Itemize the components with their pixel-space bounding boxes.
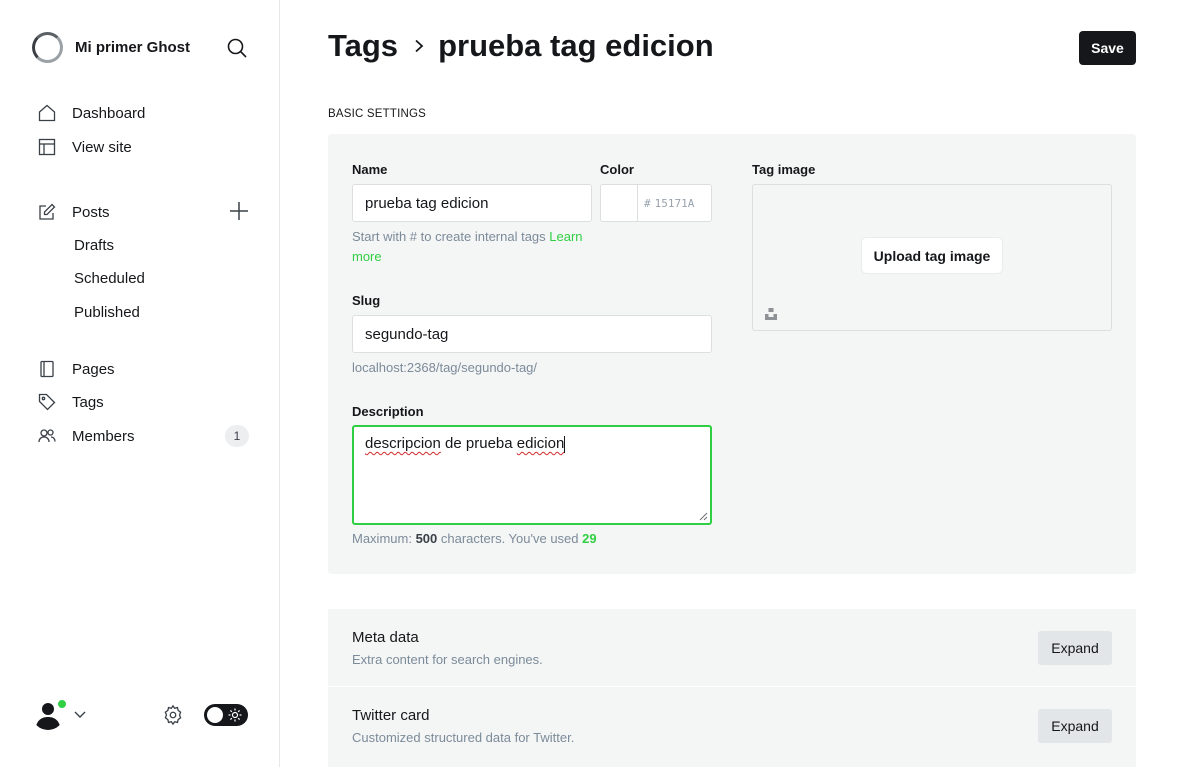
nav-view-site-label: View site [72, 138, 132, 156]
counter-middle: characters. You've used [437, 531, 583, 546]
breadcrumb-tags-link[interactable]: Tags [328, 28, 398, 64]
meta-data-card: Meta data Extra content for search engin… [328, 609, 1136, 686]
home-icon [38, 104, 56, 122]
meta-data-description: Extra content for search engines. [352, 652, 543, 667]
site-name: Mi primer Ghost [75, 39, 191, 56]
twitter-card-title: Twitter card [352, 707, 430, 724]
description-textarea[interactable]: descripcion de prueba edicion [352, 425, 712, 525]
search-icon[interactable] [226, 37, 248, 59]
twitter-card-description: Customized structured data for Twitter. [352, 730, 575, 745]
section-label-basic-settings: BASIC SETTINGS [328, 108, 427, 120]
save-button[interactable]: Save [1079, 31, 1136, 65]
nav-tags[interactable]: Tags [38, 391, 104, 413]
slug-url-preview: localhost:2368/tag/segundo-tag/ [352, 360, 538, 375]
theme-toggle[interactable] [204, 704, 248, 726]
color-hex-input[interactable]: # 15171A [637, 184, 712, 222]
color-hash: # [644, 196, 651, 210]
character-counter: Maximum: 500 characters. You've used 29 [352, 531, 597, 546]
nav-posts[interactable]: Posts [38, 201, 110, 223]
nav-scheduled[interactable]: Scheduled [74, 270, 145, 287]
name-hint: Start with # to create internal tags Lea… [352, 227, 597, 267]
name-input-value: prueba tag edicion [365, 194, 489, 212]
page-icon [40, 360, 54, 378]
nav-published[interactable]: Published [74, 304, 140, 321]
nav-tags-label: Tags [72, 393, 104, 411]
upload-tag-image-button[interactable]: Upload tag image [862, 238, 1002, 273]
nav-drafts[interactable]: Drafts [74, 237, 114, 254]
nav-members-label: Members [72, 427, 135, 445]
tag-image-label: Tag image [752, 162, 816, 177]
sidebar: Mi primer Ghost Dashboard View site Post… [0, 0, 280, 767]
site-logo-icon [32, 32, 63, 63]
description-word-1: descripcion [365, 435, 441, 452]
layout-icon [38, 138, 56, 156]
counter-prefix: Maximum: [352, 531, 416, 546]
counter-used: 29 [582, 531, 597, 546]
new-post-plus-icon[interactable] [228, 200, 250, 222]
meta-data-expand-button[interactable]: Expand [1038, 631, 1112, 665]
resize-grip-icon[interactable] [699, 512, 708, 521]
nav-dashboard[interactable]: Dashboard [38, 102, 145, 124]
nav-view-site[interactable]: View site [38, 136, 132, 158]
chevron-right-icon [415, 39, 424, 53]
color-swatch[interactable] [600, 184, 638, 222]
name-label: Name [352, 162, 388, 177]
slug-input-value: segundo-tag [365, 325, 449, 343]
toggle-knob [207, 707, 223, 723]
description-word-2: de prueba [440, 435, 517, 452]
edit-icon [39, 203, 56, 220]
nav-pages-label: Pages [72, 360, 115, 378]
members-count-badge: 1 [225, 425, 249, 447]
online-status-dot [57, 699, 67, 709]
counter-max: 500 [415, 531, 438, 546]
description-label: Description [352, 404, 424, 419]
brand[interactable]: Mi primer Ghost [32, 32, 190, 63]
page-title: Tags prueba tag edicion [328, 28, 714, 64]
nav-members[interactable]: Members [38, 425, 135, 447]
settings-gear-icon[interactable] [162, 704, 184, 726]
name-input[interactable]: prueba tag edicion [352, 184, 592, 222]
text-caret [564, 435, 566, 453]
color-label: Color [600, 162, 634, 177]
nav-posts-label: Posts [72, 203, 110, 221]
twitter-card-expand-button[interactable]: Expand [1038, 709, 1112, 743]
twitter-card-card: Twitter card Customized structured data … [328, 687, 1136, 767]
nav-dashboard-label: Dashboard [72, 104, 146, 122]
slug-input[interactable]: segundo-tag [352, 315, 712, 353]
members-icon [38, 429, 56, 443]
slug-label: Slug [352, 293, 381, 308]
sun-icon [228, 708, 242, 722]
breadcrumb-current: prueba tag edicion [438, 28, 714, 63]
description-word-3: edicion [516, 435, 565, 452]
name-hint-text: Start with # to create internal tags [352, 229, 546, 244]
color-hex-value: 15171A [654, 196, 695, 210]
unsplash-icon[interactable] [764, 307, 778, 321]
meta-data-title: Meta data [352, 629, 419, 646]
chevron-down-icon[interactable] [73, 709, 87, 721]
tag-icon [38, 393, 56, 411]
nav-pages[interactable]: Pages [38, 358, 115, 380]
